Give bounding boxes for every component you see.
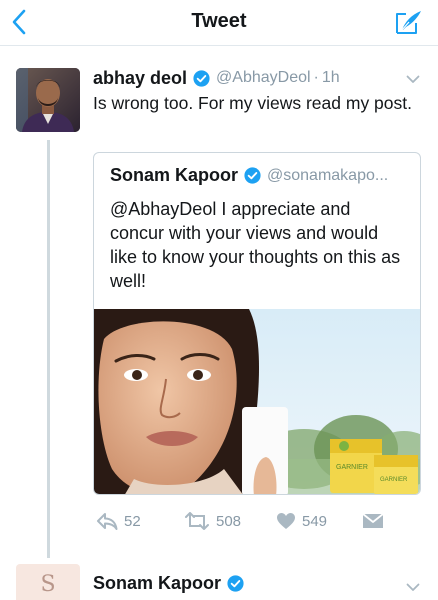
retweet-count: 508 <box>216 512 242 530</box>
separator-dot: · <box>313 69 319 86</box>
navigation-bar: Tweet <box>0 0 438 46</box>
verified-badge-icon <box>193 69 210 87</box>
next-tweet-header: Sonam Kapoor <box>93 573 423 594</box>
compose-tweet-button[interactable] <box>392 6 426 38</box>
tweet-actions: 52 508 549 <box>96 508 396 534</box>
product-label: GARNIER <box>336 464 368 471</box>
quoted-tweet-header: Sonam Kapoor @sonamakapo... <box>110 165 412 186</box>
chevron-down-icon <box>406 583 420 591</box>
thread-connector-line <box>47 140 50 558</box>
chevron-down-icon <box>406 75 420 83</box>
page-title: Tweet <box>191 10 247 32</box>
verified-badge-icon <box>244 167 261 184</box>
tweet-text: Is wrong too. For my views read my post. <box>93 93 412 113</box>
reply-count: 52 <box>124 512 141 530</box>
envelope-icon <box>362 513 384 528</box>
compose-icon <box>396 11 421 34</box>
tweet-timestamp[interactable]: 1h <box>322 69 340 87</box>
verified-badge-icon <box>227 575 244 592</box>
author-name[interactable]: abhay deol <box>93 68 187 89</box>
next-tweet-options-button[interactable] <box>403 579 423 595</box>
quoted-tweet-image[interactable]: GARNIER GARNIER <box>94 309 420 494</box>
avatar-letter: S <box>40 572 56 597</box>
like-count: 549 <box>302 512 328 530</box>
quoted-tweet-card[interactable]: Sonam Kapoor @sonamakapo... @AbhayDeol I… <box>93 152 421 495</box>
avatar-photo <box>16 68 80 132</box>
next-author-avatar[interactable]: S <box>16 564 80 600</box>
tweet-header: abhay deol @AbhayDeol · 1h <box>93 67 423 89</box>
product-label: GARNIER <box>380 477 408 483</box>
reply-button[interactable]: 52 <box>96 508 141 534</box>
retweet-icon <box>185 512 209 530</box>
tweet-options-button[interactable] <box>403 71 423 87</box>
like-button[interactable]: 549 <box>276 508 327 534</box>
author-avatar[interactable] <box>16 68 80 132</box>
direct-message-button[interactable] <box>362 508 390 534</box>
author-handle[interactable]: @AbhayDeol <box>216 69 311 87</box>
quoted-tweet-text: @AbhayDeol I appreciate and concur with … <box>110 199 401 291</box>
quoted-author-handle: @sonamakapo... <box>267 166 389 184</box>
quoted-author-name: Sonam Kapoor <box>110 165 239 185</box>
next-author-name[interactable]: Sonam Kapoor <box>93 573 221 594</box>
reply-icon <box>97 513 118 530</box>
retweet-button[interactable]: 508 <box>184 508 241 534</box>
heart-icon <box>277 513 295 529</box>
